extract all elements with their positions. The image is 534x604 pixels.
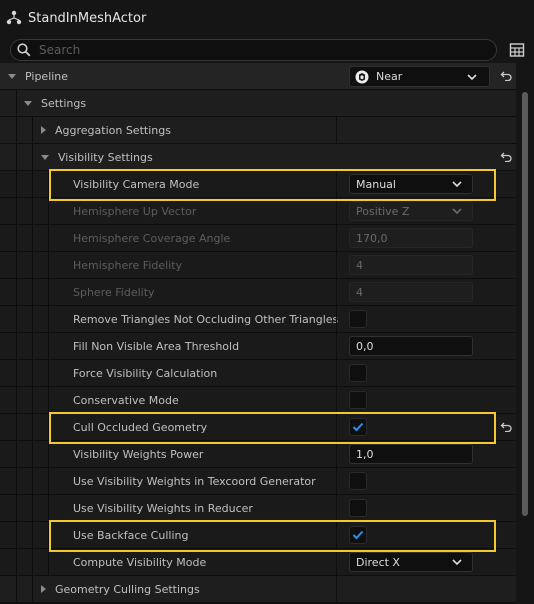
- property-label: Hemisphere Fidelity: [73, 258, 183, 272]
- settings-label: Settings: [41, 96, 87, 110]
- search-row: Search: [0, 36, 534, 64]
- field-value: 170,0: [356, 231, 388, 245]
- compute-visibility-mode-row: Compute Visibility Mode Direct X: [0, 549, 516, 576]
- weights-texcoord-checkbox[interactable]: [349, 472, 367, 490]
- aggregation-settings-row[interactable]: Aggregation Settings: [0, 117, 516, 144]
- property-matrix-icon[interactable]: [509, 42, 525, 58]
- visibility-settings-row[interactable]: Visibility Settings: [0, 144, 516, 171]
- remove-triangles-row: Remove Triangles Not Occluding Other Tri…: [0, 306, 516, 333]
- field-value: 0,0: [356, 339, 374, 353]
- chevron-down-icon: [452, 208, 462, 215]
- hemisphere-up-vector-row: Hemisphere Up Vector Positive Z: [0, 198, 516, 225]
- property-label: Conservative Mode: [73, 393, 179, 407]
- field-value: 4: [356, 285, 363, 299]
- chevron-down-icon: [467, 74, 477, 81]
- aggregation-settings-label: Aggregation Settings: [55, 123, 171, 137]
- chevron-right-icon[interactable]: [41, 126, 46, 134]
- sphere-fidelity-row: Sphere Fidelity 4: [0, 279, 516, 306]
- property-label: Compute Visibility Mode: [73, 555, 207, 569]
- geometry-culling-settings-label: Geometry Culling Settings: [55, 582, 200, 596]
- reset-to-default-icon[interactable]: [496, 63, 516, 89]
- reset-to-default-icon[interactable]: [496, 414, 516, 440]
- select-value: Direct X: [356, 555, 400, 569]
- geometry-culling-settings-row[interactable]: Geometry Culling Settings: [0, 576, 516, 603]
- field-value: 1,0: [356, 447, 374, 461]
- hemisphere-coverage-angle-row: Hemisphere Coverage Angle 170,0: [0, 225, 516, 252]
- search-placeholder: Search: [39, 43, 81, 57]
- property-label: Remove Triangles Not Occluding Other Tri…: [73, 312, 339, 326]
- hemisphere-fidelity-field[interactable]: 4: [349, 255, 473, 275]
- chevron-down-icon: [452, 181, 462, 188]
- hemisphere-up-vector-select[interactable]: Positive Z: [349, 201, 473, 221]
- backface-culling-row: Use Backface Culling: [0, 522, 516, 549]
- search-icon: [17, 43, 31, 57]
- pipeline-value: Near: [376, 70, 403, 83]
- title-bar: StandInMeshActor: [0, 0, 534, 36]
- visibility-camera-mode-row: Visibility Camera Mode Manual: [0, 171, 516, 198]
- property-label: Cull Occluded Geometry: [73, 420, 208, 434]
- pipeline-row[interactable]: Pipeline Near: [0, 63, 516, 90]
- conservative-mode-row: Conservative Mode: [0, 387, 516, 414]
- property-label: Use Backface Culling: [73, 528, 189, 542]
- settings-row[interactable]: Settings: [0, 90, 516, 117]
- remove-triangles-checkbox[interactable]: [349, 310, 367, 328]
- fill-threshold-row: Fill Non Visible Area Threshold 0,0: [0, 333, 516, 360]
- weights-power-row: Visibility Weights Power 1,0: [0, 441, 516, 468]
- cull-occluded-checkbox[interactable]: [349, 418, 367, 436]
- property-label: Use Visibility Weights in Texcoord Gener…: [73, 474, 316, 488]
- pipeline-label: Pipeline: [25, 69, 69, 83]
- chevron-down-icon[interactable]: [8, 73, 16, 79]
- checkmark-icon: [352, 530, 364, 540]
- weights-reducer-row: Use Visibility Weights in Reducer: [0, 495, 516, 522]
- field-value: 4: [356, 258, 363, 272]
- force-visibility-checkbox[interactable]: [349, 364, 367, 382]
- sphere-fidelity-field[interactable]: 4: [349, 282, 473, 302]
- select-value: Positive Z: [356, 204, 410, 218]
- weights-power-field[interactable]: 1,0: [349, 444, 473, 464]
- visibility-settings-label: Visibility Settings: [58, 150, 153, 164]
- reset-to-default-icon[interactable]: [496, 144, 516, 170]
- cull-occluded-row: Cull Occluded Geometry: [0, 414, 516, 441]
- weights-reducer-checkbox[interactable]: [349, 499, 367, 517]
- window-title: StandInMeshActor: [28, 10, 147, 26]
- property-label: Hemisphere Up Vector: [73, 204, 197, 218]
- property-label: Force Visibility Calculation: [73, 366, 218, 380]
- actor-hierarchy-icon: [6, 10, 22, 26]
- force-visibility-row: Force Visibility Calculation: [0, 360, 516, 387]
- property-label: Sphere Fidelity: [73, 285, 155, 299]
- visibility-camera-mode-select[interactable]: Manual: [349, 174, 473, 194]
- search-input[interactable]: Search: [10, 39, 497, 61]
- hemisphere-coverage-angle-field[interactable]: 170,0: [349, 228, 473, 248]
- property-label: Use Visibility Weights in Reducer: [73, 501, 253, 515]
- chevron-right-icon[interactable]: [41, 585, 46, 593]
- property-label: Visibility Weights Power: [73, 447, 204, 461]
- property-label: Hemisphere Coverage Angle: [73, 231, 231, 245]
- hemisphere-fidelity-row: Hemisphere Fidelity 4: [0, 252, 516, 279]
- chevron-down-icon: [452, 559, 462, 566]
- compute-visibility-mode-select[interactable]: Direct X: [349, 552, 473, 572]
- select-value: Manual: [356, 177, 396, 191]
- chevron-down-icon[interactable]: [24, 100, 32, 106]
- weights-texcoord-row: Use Visibility Weights in Texcoord Gener…: [0, 468, 516, 495]
- pipeline-select[interactable]: Near: [349, 66, 490, 87]
- checkmark-icon: [352, 422, 364, 432]
- pipeline-asset-icon: [355, 70, 369, 83]
- scrollbar-thumb[interactable]: [522, 92, 528, 516]
- property-label: Fill Non Visible Area Threshold: [73, 339, 240, 353]
- conservative-mode-checkbox[interactable]: [349, 391, 367, 409]
- backface-culling-checkbox[interactable]: [349, 526, 367, 544]
- fill-threshold-field[interactable]: 0,0: [349, 336, 473, 356]
- chevron-down-icon[interactable]: [41, 154, 49, 160]
- property-label: Visibility Camera Mode: [73, 177, 200, 191]
